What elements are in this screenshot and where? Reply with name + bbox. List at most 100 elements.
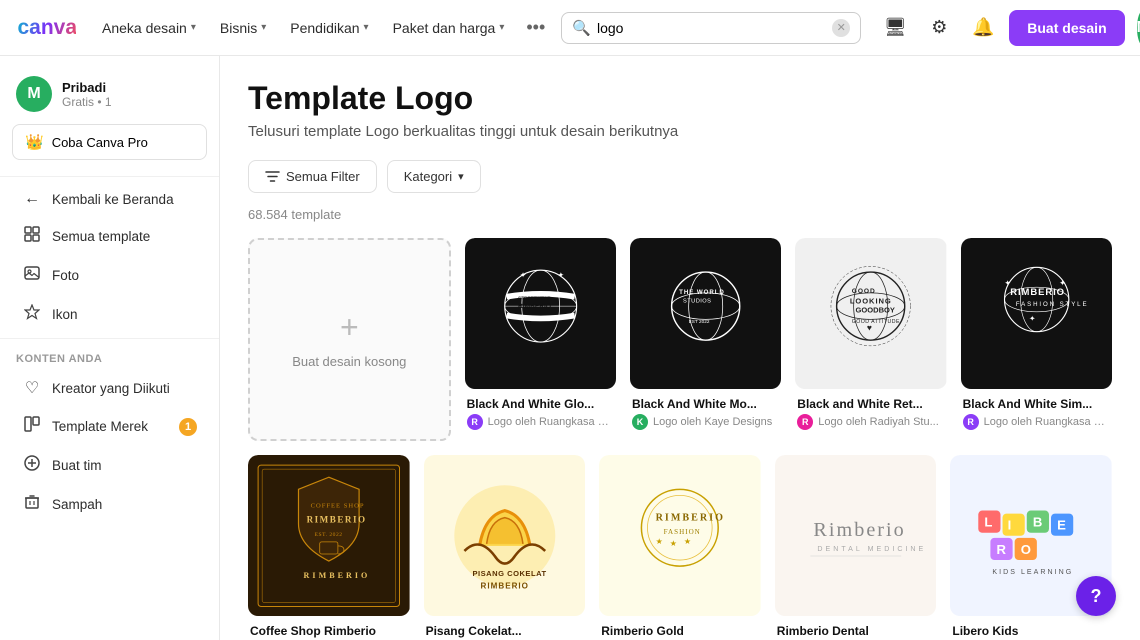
nav-pendidikan[interactable]: Pendidikan ▾ — [280, 14, 378, 42]
page-subtitle: Telusuri template Logo berkualitas tingg… — [248, 123, 1112, 140]
heart-icon: ♡ — [22, 378, 42, 398]
chevron-down-icon: ▾ — [191, 22, 196, 33]
svg-text:GOOD: GOOD — [852, 288, 876, 295]
template-card-1[interactable]: ✦ ✦ RIMBERIO STREETWEAR Black And White … — [465, 238, 616, 441]
settings-icon-button[interactable]: ⚙ — [921, 10, 957, 46]
card-info-3: Black and White Ret... R Logo oleh Radiy… — [795, 389, 946, 430]
card-author-2: Logo oleh Kaye Designs — [653, 416, 772, 428]
help-button[interactable]: ? — [1076, 576, 1116, 616]
kategori-button[interactable]: Kategori ▾ — [387, 160, 481, 193]
svg-text:FASHION: FASHION — [664, 527, 701, 535]
svg-text:KIDS LEARNING: KIDS LEARNING — [993, 569, 1074, 576]
photo-icon — [22, 265, 42, 286]
chevron-down-icon: ▾ — [364, 22, 369, 33]
canva-logo[interactable]: canva — [16, 14, 76, 42]
sidebar-item-ikon[interactable]: Ikon — [6, 295, 213, 334]
card-title-3: Black and White Ret... — [797, 397, 944, 411]
svg-text:♥: ♥ — [867, 323, 872, 333]
nav-menu: Aneka desain ▾ Bisnis ▾ Pendidikan ▾ Pak… — [92, 11, 553, 44]
svg-text:L: L — [985, 514, 993, 529]
svg-text:COFFEE SHOP: COFFEE SHOP — [311, 502, 365, 509]
card-info-5: Coffee Shop Rimberio R Logo oleh ... — [248, 616, 410, 640]
card-info-4: Black And White Sim... R Logo oleh Ruang… — [961, 389, 1112, 430]
svg-text:DENTAL MEDICINE: DENTAL MEDICINE — [817, 546, 926, 553]
sidebar-item-sampah[interactable]: Sampah — [6, 485, 213, 524]
template-card-7[interactable]: RIMBERIO FASHION ★ ★ ★ Rimberio Gold R L… — [599, 455, 761, 640]
top-navigation: canva Aneka desain ▾ Bisnis ▾ Pendidikan… — [0, 0, 1140, 56]
svg-text:✦: ✦ — [1059, 278, 1066, 287]
author-avatar-2: K — [632, 414, 648, 430]
sidebar-item-foto[interactable]: Foto — [6, 256, 213, 295]
nav-bisnis[interactable]: Bisnis ▾ — [210, 14, 276, 42]
search-input[interactable] — [597, 20, 826, 36]
template-card-5[interactable]: COFFEE SHOP RIMBERIO EST. 2022 RIMBERIO … — [248, 455, 410, 640]
svg-text:B: B — [1033, 514, 1042, 529]
card-author-1: Logo oleh Ruangkasa S... — [488, 416, 614, 428]
svg-text:RIMBERIO: RIMBERIO — [1010, 287, 1065, 298]
team-icon — [22, 455, 42, 476]
sidebar: M Pribadi Gratis • 1 👑 Coba Canva Pro ← … — [0, 56, 220, 640]
bell-icon-button[interactable]: 🔔 — [965, 10, 1001, 46]
konten-section-label: Konten Anda — [0, 343, 219, 369]
nav-more-button[interactable]: ••• — [518, 11, 553, 44]
coba-canva-pro-button[interactable]: 👑 Coba Canva Pro — [12, 124, 207, 160]
grid-icon — [22, 226, 42, 247]
card-info-8: Rimberio Dental R Logo oleh ... — [775, 616, 937, 640]
sidebar-avatar: M — [16, 76, 52, 112]
crown-icon: 👑 — [25, 133, 44, 151]
template-card-4[interactable]: RIMBERIO FASHION STYLE ✦ ✦ ✦ Black And W… — [961, 238, 1112, 441]
icon-icon — [22, 304, 42, 325]
template-card-8[interactable]: Rimberio DENTAL MEDICINE Rimberio Dental… — [775, 455, 937, 640]
search-icon: 🔍 — [572, 19, 591, 37]
svg-text:STUDIOS: STUDIOS — [683, 298, 711, 304]
chevron-down-icon: ▾ — [261, 22, 266, 33]
sidebar-item-buat-tim[interactable]: Buat tim — [6, 446, 213, 485]
card-info-9: Libero Kids L Logo oleh ... — [950, 616, 1112, 640]
svg-text:STREETWEAR: STREETWEAR — [518, 295, 551, 301]
svg-text:LOOKING: LOOKING — [850, 296, 892, 305]
svg-text:RIMBERIO: RIMBERIO — [307, 514, 367, 524]
svg-text:I: I — [1008, 517, 1012, 532]
card-info-2: Black And White Mo... K Logo oleh Kaye D… — [630, 389, 781, 430]
svg-text:Rimberio: Rimberio — [813, 518, 905, 540]
template-card-2[interactable]: THE WORLD STUDIOS EST 2022 Black And Whi… — [630, 238, 781, 441]
nav-aneka-desain[interactable]: Aneka desain ▾ — [92, 14, 206, 42]
svg-text:RIMBERIO: RIMBERIO — [480, 581, 528, 590]
user-avatar[interactable]: M — [1137, 10, 1140, 46]
main-layout: M Pribadi Gratis • 1 👑 Coba Canva Pro ← … — [0, 56, 1140, 640]
page-title: Template Logo — [248, 80, 1112, 117]
brand-icon — [22, 416, 42, 437]
template-count: 68.584 template — [248, 207, 1112, 222]
main-content: Template Logo Telusuri template Logo ber… — [220, 56, 1140, 640]
search-bar[interactable]: 🔍 ✕ — [561, 12, 861, 44]
card-title-2: Black And White Mo... — [632, 397, 779, 411]
card-title-4: Black And White Sim... — [963, 397, 1110, 411]
card-info-7: Rimberio Gold R Logo oleh ... — [599, 616, 761, 640]
monitor-icon-button[interactable]: 🖥 — [877, 10, 913, 46]
sidebar-item-template-merek[interactable]: Template Merek 1 — [6, 407, 213, 446]
buat-desain-button[interactable]: Buat desain — [1009, 10, 1124, 46]
svg-text:PISANG COKELAT: PISANG COKELAT — [472, 569, 546, 578]
chevron-down-icon: ▾ — [499, 22, 504, 33]
nav-icon-group: 🖥 ⚙ 🔔 — [877, 10, 1001, 46]
svg-text:★: ★ — [656, 536, 663, 545]
card-author-4: Logo oleh Ruangkasa S... — [984, 416, 1110, 428]
card-author-3: Logo oleh Radiyah Stu... — [818, 416, 938, 428]
sidebar-divider — [0, 176, 219, 177]
sidebar-item-kreator[interactable]: ♡ Kreator yang Diikuti — [6, 369, 213, 407]
nav-paket-harga[interactable]: Paket dan harga ▾ — [383, 14, 515, 42]
trash-icon — [22, 494, 42, 515]
semua-filter-button[interactable]: Semua Filter — [248, 160, 377, 193]
svg-text:E: E — [1057, 517, 1066, 532]
template-card-6[interactable]: PISANG COKELAT RIMBERIO Pisang Cokelat..… — [424, 455, 586, 640]
template-grid-row1: + Buat desain kosong ✦ ✦ — [248, 238, 1112, 441]
card-title-5: Coffee Shop Rimberio — [250, 624, 408, 638]
card-info-6: Pisang Cokelat... P Logo oleh ... — [424, 616, 586, 640]
sidebar-item-semua-template[interactable]: Semua template — [6, 217, 213, 256]
svg-text:✦: ✦ — [519, 271, 526, 280]
svg-text:★: ★ — [684, 536, 691, 545]
template-card-3[interactable]: GOOD LOOKING GOODBOY GOOD ATTITUDE ♥ Bla… — [795, 238, 946, 441]
search-clear-button[interactable]: ✕ — [832, 19, 850, 37]
sidebar-item-kembali[interactable]: ← Kembali ke Beranda — [6, 181, 213, 217]
empty-design-card[interactable]: + Buat desain kosong — [248, 238, 451, 441]
